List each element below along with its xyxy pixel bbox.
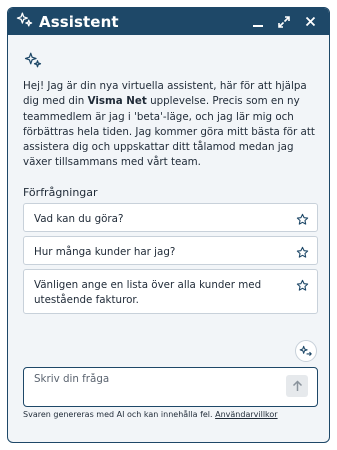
suggestions-toggle-button[interactable] — [295, 340, 317, 362]
sparkle-arrow-icon — [299, 345, 312, 357]
question-composer — [23, 367, 318, 407]
assistant-title: Assistent — [39, 12, 119, 31]
minimize-icon — [253, 24, 263, 27]
send-button[interactable] — [286, 375, 308, 397]
request-label: Vänligen ange en lista över alla kunder … — [34, 279, 262, 306]
assistant-body: Hej! Jag är din nya virtuella assistent,… — [8, 35, 329, 442]
brand-name: Visma Net — [87, 95, 147, 108]
close-icon — [305, 16, 315, 27]
requests-heading: Förfrågningar — [23, 186, 98, 199]
star-icon[interactable] — [296, 211, 309, 230]
star-icon[interactable] — [296, 244, 309, 263]
terms-link[interactable]: Användarvillkor — [215, 410, 277, 419]
expand-button[interactable] — [273, 11, 295, 33]
expand-icon — [278, 15, 290, 28]
request-label: Hur många kunder har jag? — [34, 246, 176, 258]
disclaimer-text: Svaren genereras med AI och kan innehåll… — [23, 410, 216, 419]
request-item[interactable]: Vänligen ange en lista över alla kunder … — [23, 269, 318, 314]
close-button[interactable] — [299, 11, 321, 33]
request-item[interactable]: Hur många kunder har jag? — [23, 236, 318, 265]
sparkle-icon — [24, 51, 42, 73]
star-icon[interactable] — [296, 277, 309, 296]
request-item[interactable]: Vad kan du göra? — [23, 203, 318, 232]
arrow-up-icon — [292, 380, 302, 391]
intro-message: Hej! Jag är din nya virtuella assistent,… — [23, 79, 319, 171]
disclaimer: Svaren genereras med AI och kan innehåll… — [23, 410, 278, 419]
request-label: Vad kan du göra? — [34, 213, 124, 225]
assistant-panel: Assistent Hej! Jag är din nya virtuella … — [7, 7, 330, 443]
question-input[interactable] — [32, 372, 286, 386]
assistant-header: Assistent — [8, 8, 329, 35]
sparkle-icon — [16, 11, 33, 32]
minimize-button[interactable] — [247, 11, 269, 33]
